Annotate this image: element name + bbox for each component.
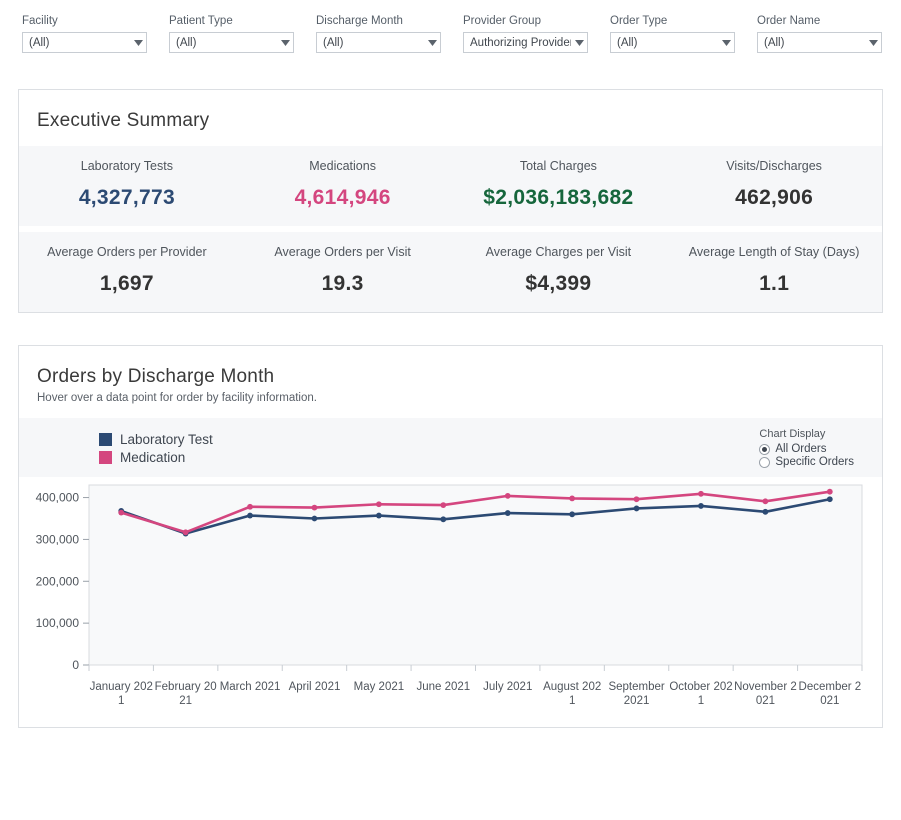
filter-order-type-dropdown[interactable]: (All): [610, 32, 735, 53]
chart-x-label: September 2021: [608, 681, 665, 707]
filter-provider-group-value: Authorizing Provider: [470, 36, 571, 49]
svg-text:300,000: 300,000: [36, 532, 80, 546]
filter-provider-group-label: Provider Group: [463, 15, 541, 27]
filter-order-type: Order Type (All): [610, 14, 735, 53]
kpi-value: 1,697: [99, 272, 154, 295]
radio-button-icon[interactable]: [759, 456, 771, 468]
chart-x-label: October 2021: [669, 681, 733, 707]
chart-x-label: November 2021: [734, 681, 797, 707]
filter-order-name-dropdown[interactable]: (All): [757, 32, 882, 53]
legend-item-laboratory-test[interactable]: Laboratory Test: [99, 432, 213, 447]
filter-facility-value: (All): [29, 36, 50, 49]
chevron-down-icon: [424, 39, 440, 46]
executive-summary-panel: Executive Summary Laboratory Tests 4,327…: [18, 89, 883, 313]
kpi-label: Average Orders per Provider: [47, 245, 207, 259]
filter-discharge-month-label: Discharge Month: [316, 15, 403, 27]
kpi-label: Average Charges per Visit: [485, 245, 632, 259]
legend-swatch-laboratory-test: [99, 433, 112, 446]
kpi-average-orders-per-provider: Average Orders per Provider 1,697: [19, 244, 235, 296]
chevron-down-icon: [130, 39, 146, 46]
chevron-down-icon: [718, 39, 734, 46]
filter-facility-dropdown[interactable]: (All): [22, 32, 147, 53]
chart-canvas[interactable]: 0 100,000 200,000 300,000 400,000: [19, 477, 882, 687]
chart-x-label: May 2021: [353, 681, 405, 693]
kpi-total-charges: Total Charges $2,036,183,682: [451, 158, 667, 210]
kpi-value: $2,036,183,682: [483, 186, 634, 209]
kpi-value: $4,399: [525, 272, 592, 295]
filter-facility-label: Facility: [22, 15, 58, 27]
filter-patient-type: Patient Type (All): [169, 14, 294, 53]
kpi-label: Laboratory Tests: [80, 159, 173, 173]
kpi-band-row1: Laboratory Tests 4,327,773 Medications 4…: [19, 146, 882, 226]
kpi-label: Total Charges: [519, 159, 597, 173]
chart-subtitle: Hover over a data point for order by fac…: [37, 392, 317, 404]
chart-x-label: July 2021: [483, 681, 533, 693]
chart-x-label: January 2021: [89, 681, 153, 707]
chart-legend: Laboratory Test Medication: [37, 428, 213, 468]
filter-order-name-value: (All): [764, 36, 785, 49]
radio-specific-orders[interactable]: Specific Orders: [759, 456, 854, 468]
radio-button-icon[interactable]: [759, 443, 771, 455]
kpi-value: 19.3: [321, 272, 364, 295]
legend-swatch-medication: [99, 451, 112, 464]
chevron-down-icon: [277, 39, 293, 46]
kpi-average-length-of-stay: Average Length of Stay (Days) 1.1: [666, 244, 882, 296]
filter-provider-group-dropdown[interactable]: Authorizing Provider: [463, 32, 588, 53]
kpi-band-row2: Average Orders per Provider 1,697 Averag…: [19, 232, 882, 312]
chart-x-axis-labels: January 2021 February 2021 March 2021 April…: [89, 680, 862, 708]
legend-label: Laboratory Test: [120, 432, 213, 447]
kpi-value: 4,614,946: [294, 186, 391, 209]
kpi-average-orders-per-visit: Average Orders per Visit 19.3: [235, 244, 451, 296]
filter-patient-type-value: (All): [176, 36, 197, 49]
kpi-average-charges-per-visit: Average Charges per Visit $4,399: [451, 244, 667, 296]
filter-order-name: Order Name (All): [757, 14, 882, 53]
filter-order-name-label: Order Name: [757, 15, 821, 27]
filter-order-type-value: (All): [617, 36, 638, 49]
orders-by-discharge-month-panel: Orders by Discharge Month Hover over a d…: [18, 345, 883, 728]
chart-x-label: March 2021: [219, 681, 281, 693]
line-chart: 0 100,000 200,000 300,000 400,000 January 20…: [19, 477, 882, 727]
legend-label: Medication: [120, 450, 186, 465]
radio-label: Specific Orders: [775, 456, 854, 468]
chart-title: Orders by Discharge Month: [37, 366, 275, 387]
kpi-label: Visits/Discharges: [726, 159, 822, 173]
svg-text:0: 0: [72, 658, 79, 672]
kpi-value: 462,906: [735, 186, 814, 209]
chevron-down-icon: [865, 39, 881, 46]
dashboard-root: Facility (All) Patient Type (All) Discha…: [0, 0, 901, 820]
chart-x-label: August 2021: [543, 681, 602, 707]
svg-text:400,000: 400,000: [36, 491, 80, 505]
filter-bar: Facility (All) Patient Type (All) Discha…: [0, 0, 901, 53]
radio-label: All Orders: [775, 443, 827, 455]
kpi-visits-discharges: Visits/Discharges 462,906: [666, 158, 882, 210]
chart-x-label: December 2021: [798, 681, 862, 707]
radio-all-orders[interactable]: All Orders: [759, 443, 854, 455]
page-title: Executive Summary: [37, 110, 210, 131]
filter-patient-type-label: Patient Type: [169, 15, 233, 27]
svg-text:100,000: 100,000: [36, 616, 80, 630]
chart-header-band: Laboratory Test Medication Chart Display…: [19, 418, 882, 477]
kpi-label: Medications: [309, 159, 376, 173]
kpi-medications: Medications 4,614,946: [235, 158, 451, 210]
filter-discharge-month: Discharge Month (All): [316, 14, 441, 53]
chart-display-control: Chart Display All Orders Specific Orders: [759, 428, 864, 469]
kpi-value: 1.1: [759, 272, 790, 295]
filter-provider-group: Provider Group Authorizing Provider: [463, 14, 588, 53]
chevron-down-icon: [571, 39, 587, 46]
chart-display-title: Chart Display: [759, 428, 826, 440]
filter-order-type-label: Order Type: [610, 15, 668, 27]
kpi-laboratory-tests: Laboratory Tests 4,327,773: [19, 158, 235, 210]
chart-x-label: February 2021: [154, 681, 217, 707]
filter-discharge-month-value: (All): [323, 36, 344, 49]
legend-item-medication[interactable]: Medication: [99, 450, 213, 465]
filter-discharge-month-dropdown[interactable]: (All): [316, 32, 441, 53]
kpi-value: 4,327,773: [78, 186, 175, 209]
chart-x-label: April 2021: [288, 681, 341, 693]
svg-text:200,000: 200,000: [36, 574, 80, 588]
kpi-label: Average Orders per Visit: [274, 245, 411, 259]
filter-facility: Facility (All): [22, 14, 147, 53]
chart-x-label: June 2021: [416, 681, 471, 693]
filter-patient-type-dropdown[interactable]: (All): [169, 32, 294, 53]
kpi-label: Average Length of Stay (Days): [688, 245, 860, 259]
